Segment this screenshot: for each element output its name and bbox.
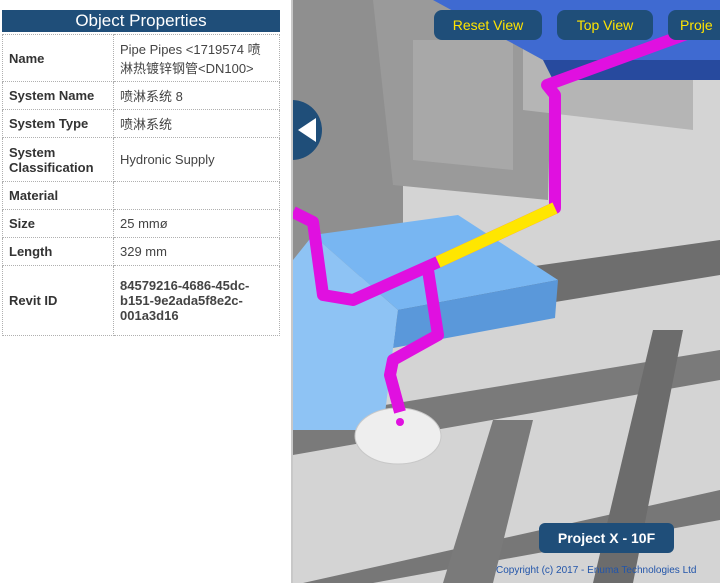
property-value: 喷淋系统 8 — [113, 81, 280, 110]
table-row: Material — [2, 181, 280, 210]
model-viewport[interactable]: Reset View Top View Proje Project X - 10… — [293, 0, 720, 583]
table-row: System Name 喷淋系统 8 — [2, 81, 280, 110]
property-key: System Name — [2, 81, 114, 110]
project-label: Project X - 10F — [539, 523, 674, 553]
property-value: 喷淋系统 — [113, 109, 280, 138]
property-key: Size — [2, 209, 114, 238]
property-key: Length — [2, 237, 114, 266]
property-value: 84579216-4686-45dc-b151-9e2ada5f8e2c-001… — [113, 265, 280, 336]
property-value — [113, 181, 280, 210]
table-row: Name Pipe Pipes <1719574 喷淋热镀锌钢管<DN100> — [2, 34, 280, 82]
top-view-button[interactable]: Top View — [557, 10, 653, 40]
scene-canvas[interactable] — [293, 0, 720, 583]
property-key: Name — [2, 34, 114, 82]
copyright-text: Copyright (c) 2017 - Enuma Technologies … — [496, 565, 697, 576]
table-row: Size 25 mmø — [2, 209, 280, 238]
properties-table: Name Pipe Pipes <1719574 喷淋热镀锌钢管<DN100> … — [2, 34, 280, 336]
table-row: Revit ID 84579216-4686-45dc-b151-9e2ada5… — [2, 265, 280, 336]
table-row: System Type 喷淋系统 — [2, 109, 280, 138]
object-properties-panel: Object Properties Name Pipe Pipes <17195… — [0, 0, 291, 583]
property-value: Hydronic Supply — [113, 137, 280, 182]
property-value: 329 mm — [113, 237, 280, 266]
wall — [413, 40, 513, 170]
property-key: System Type — [2, 109, 114, 138]
property-key: Revit ID — [2, 265, 114, 336]
chevron-left-icon — [298, 118, 316, 142]
property-key: System Classification — [2, 137, 114, 182]
project-button[interactable]: Proje — [668, 10, 720, 40]
table-row: System Classification Hydronic Supply — [2, 137, 280, 182]
property-key: Material — [2, 181, 114, 210]
property-value: 25 mmø — [113, 209, 280, 238]
table-row: Length 329 mm — [2, 237, 280, 266]
sprinkler-head — [396, 418, 404, 426]
property-value: Pipe Pipes <1719574 喷淋热镀锌钢管<DN100> — [113, 34, 280, 82]
sprinkler-disk — [354, 407, 442, 465]
panel-title: Object Properties — [2, 10, 280, 32]
reset-view-button[interactable]: Reset View — [434, 10, 542, 40]
